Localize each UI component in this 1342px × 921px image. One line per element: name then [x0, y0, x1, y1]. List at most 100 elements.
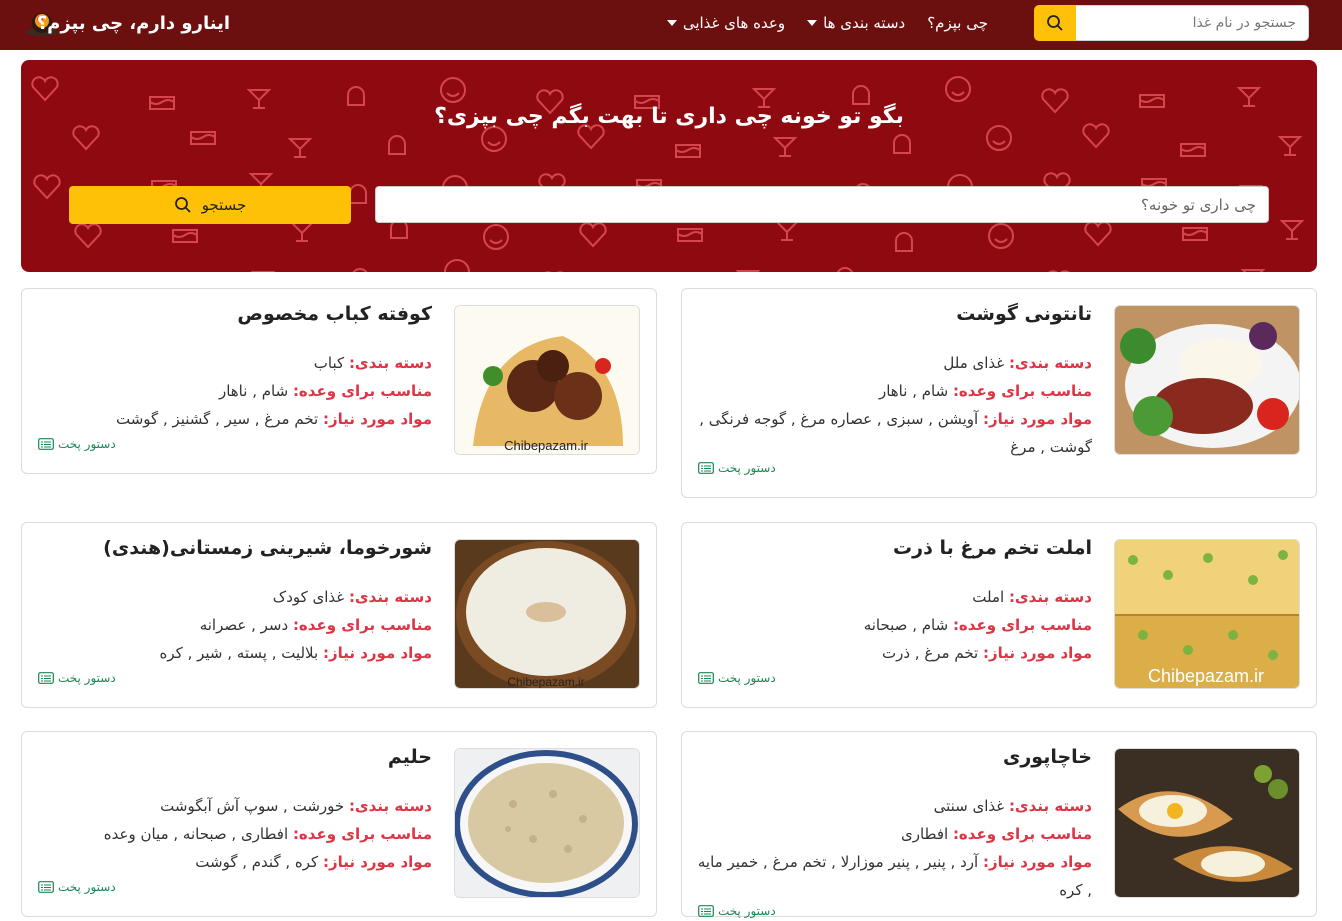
- recipe-card: تانتونی گوشت دسته بندی: غذای ملل مناسب ب…: [681, 288, 1317, 498]
- category-label: دسته بندی:: [348, 354, 432, 372]
- recipe-card: Chibepazam.ir کوفته کباب مخصوص دسته بندی…: [21, 288, 657, 474]
- nav-item-what-to-cook[interactable]: چی بپزم؟: [927, 14, 988, 32]
- list-card-icon: [698, 672, 714, 684]
- recipe-title[interactable]: شورخوما، شیرینی زمستانی(هندی): [32, 535, 432, 561]
- recipe-image[interactable]: [454, 748, 640, 898]
- recipe-category: دسته بندی: غذای کودک: [32, 583, 432, 611]
- pattern-smile-icon: [988, 223, 1014, 249]
- recipe-link[interactable]: دستور پخت: [38, 671, 116, 685]
- recipe-ingredients: مواد مورد نیاز: آرد , پنیر , پنیر موزارل…: [692, 848, 1092, 904]
- pattern-cup-icon: [1279, 220, 1305, 240]
- ingredients-label: مواد مورد نیاز:: [322, 853, 432, 871]
- recipe-link[interactable]: دستور پخت: [38, 880, 116, 894]
- recipe-link[interactable]: دستور پخت: [38, 437, 116, 451]
- pattern-hat-icon: [837, 267, 853, 272]
- recipe-image[interactable]: [1114, 748, 1300, 898]
- recipe-title[interactable]: حلیم: [32, 744, 432, 770]
- recipe-ingredients: مواد مورد نیاز: تخم مرغ , ذرت: [692, 639, 1092, 667]
- pattern-smile-icon: [440, 77, 466, 103]
- recipe-info: حلیم دسته بندی: خورشت , سوپ آش آبگوشت من…: [32, 744, 432, 876]
- nav-item-label: چی بپزم؟: [927, 14, 988, 32]
- recipe-info: کوفته کباب مخصوص دسته بندی: کباب مناسب ب…: [32, 301, 432, 433]
- recipe-image[interactable]: Chibepazam.ir: [454, 305, 640, 455]
- pattern-cake-icon: [1180, 143, 1206, 157]
- hero-title: بگو تو خونه چی داری تا بهت بگم چی بپزی؟: [434, 104, 904, 129]
- meal-label: مناسب برای وعده:: [952, 616, 1092, 634]
- recipe-link[interactable]: دستور پخت: [698, 461, 776, 475]
- navbar-search-button[interactable]: [1034, 5, 1076, 41]
- meal-value: شام , ناهار: [218, 382, 289, 400]
- pattern-smile-icon: [483, 224, 509, 250]
- search-icon: [1047, 15, 1063, 31]
- recipe-card: حلیم دسته بندی: خورشت , سوپ آش آبگوشت من…: [21, 731, 657, 917]
- food-pattern-background: [31, 76, 1305, 272]
- recipe-image[interactable]: Chibepazam.ir: [1114, 539, 1300, 689]
- meal-label: مناسب برای وعده:: [952, 382, 1092, 400]
- pattern-hat-icon: [349, 184, 367, 204]
- pattern-hat-icon: [347, 86, 365, 106]
- meal-label: مناسب برای وعده:: [292, 382, 432, 400]
- category-value: کباب: [313, 354, 345, 372]
- category-label: دسته بندی:: [348, 588, 432, 606]
- recipe-ingredients: مواد مورد نیاز: تخم مرغ , سیر , گشنیز , …: [32, 405, 432, 433]
- pattern-cake-icon: [677, 228, 703, 242]
- ingredients-value: تخم مرغ , ذرت: [881, 644, 979, 662]
- category-value: املت: [972, 588, 1005, 606]
- recipe-card: خاچاپوری دسته بندی: غذای سنتی مناسب برای…: [681, 731, 1317, 918]
- search-button-label: جستجو: [201, 196, 247, 214]
- meal-label: مناسب برای وعده:: [292, 616, 432, 634]
- list-card-icon: [38, 881, 54, 893]
- category-label: دسته بندی:: [1008, 588, 1092, 606]
- caret-down-icon: [666, 20, 677, 26]
- navbar-search-input[interactable]: [1076, 5, 1309, 41]
- recipe-link-label: دستور پخت: [58, 671, 116, 685]
- recipe-image[interactable]: Chibepazam.ir: [454, 539, 640, 689]
- recipe-image[interactable]: [1114, 305, 1300, 455]
- recipe-title[interactable]: املت تخم مرغ با ذرت: [692, 535, 1092, 561]
- recipe-link-label: دستور پخت: [58, 880, 116, 894]
- pattern-hat-icon: [852, 85, 870, 105]
- recipe-link-label: دستور پخت: [718, 904, 776, 918]
- recipe-title[interactable]: خاچاپوری: [692, 744, 1092, 770]
- search-icon: [174, 197, 191, 213]
- ingredients-label: مواد مورد نیاز:: [982, 644, 1092, 662]
- site-brand[interactable]: اینارو دارم، چی بپزم؟: [37, 8, 230, 38]
- recipe-link[interactable]: دستور پخت: [698, 671, 776, 685]
- pattern-cake-icon: [190, 131, 216, 145]
- pattern-cake-icon: [1182, 227, 1208, 241]
- recipe-title[interactable]: کوفته کباب مخصوص: [32, 301, 432, 327]
- ingredients-search-input[interactable]: [375, 186, 1269, 223]
- category-label: دسته بندی:: [348, 797, 432, 815]
- pattern-hat-icon: [388, 135, 406, 155]
- recipe-category: دسته بندی: غذای سنتی: [692, 792, 1092, 820]
- list-card-icon: [38, 672, 54, 684]
- navbar: اینارو دارم، چی بپزم؟ چی بپزم؟ دسته بندی…: [0, 0, 1342, 50]
- recipe-title[interactable]: تانتونی گوشت: [692, 301, 1092, 327]
- pattern-smile-icon: [945, 76, 971, 102]
- pattern-cup-icon: [774, 221, 800, 241]
- ingredients-value: بلالیت , پسته , شیر , کره: [159, 644, 319, 662]
- category-value: غذای سنتی: [933, 797, 1005, 815]
- ingredients-search-button[interactable]: جستجو: [69, 186, 351, 224]
- meal-value: افطاری , صبحانه , میان وعده: [103, 825, 289, 843]
- image-watermark: Chibepazam.ir: [504, 438, 588, 453]
- recipe-card: Chibepazam.ir شورخوما، شیرینی زمستانی(هن…: [21, 522, 657, 708]
- list-card-icon: [38, 438, 54, 450]
- category-label: دسته بندی:: [1008, 354, 1092, 372]
- list-card-icon: [698, 905, 714, 917]
- recipe-info: خاچاپوری دسته بندی: غذای سنتی مناسب برای…: [692, 744, 1092, 904]
- nav-item-meals[interactable]: وعده های غذایی: [666, 14, 785, 32]
- recipe-info: املت تخم مرغ با ذرت دسته بندی: املت مناس…: [692, 535, 1092, 667]
- pattern-cake-icon: [172, 229, 198, 243]
- recipe-meal: مناسب برای وعده: دسر , عصرانه: [32, 611, 432, 639]
- recipe-link[interactable]: دستور پخت: [698, 904, 776, 918]
- navbar-search: [1034, 5, 1309, 41]
- pattern-heart-icon: [579, 222, 607, 248]
- recipe-card: Chibepazam.ir املت تخم مرغ با ذرت دسته ب…: [681, 522, 1317, 708]
- ingredients-value: تخم مرغ , سیر , گشنیز , گوشت: [115, 410, 319, 428]
- nav-item-categories[interactable]: دسته بندی ها: [807, 14, 905, 32]
- nav-item-label: دسته بندی ها: [823, 14, 906, 32]
- recipe-ingredients: مواد مورد نیاز: آویشن , سبزی , عصاره مرغ…: [692, 405, 1092, 461]
- recipe-meal: مناسب برای وعده: شام , ناهار: [692, 377, 1092, 405]
- recipe-link-label: دستور پخت: [718, 461, 776, 475]
